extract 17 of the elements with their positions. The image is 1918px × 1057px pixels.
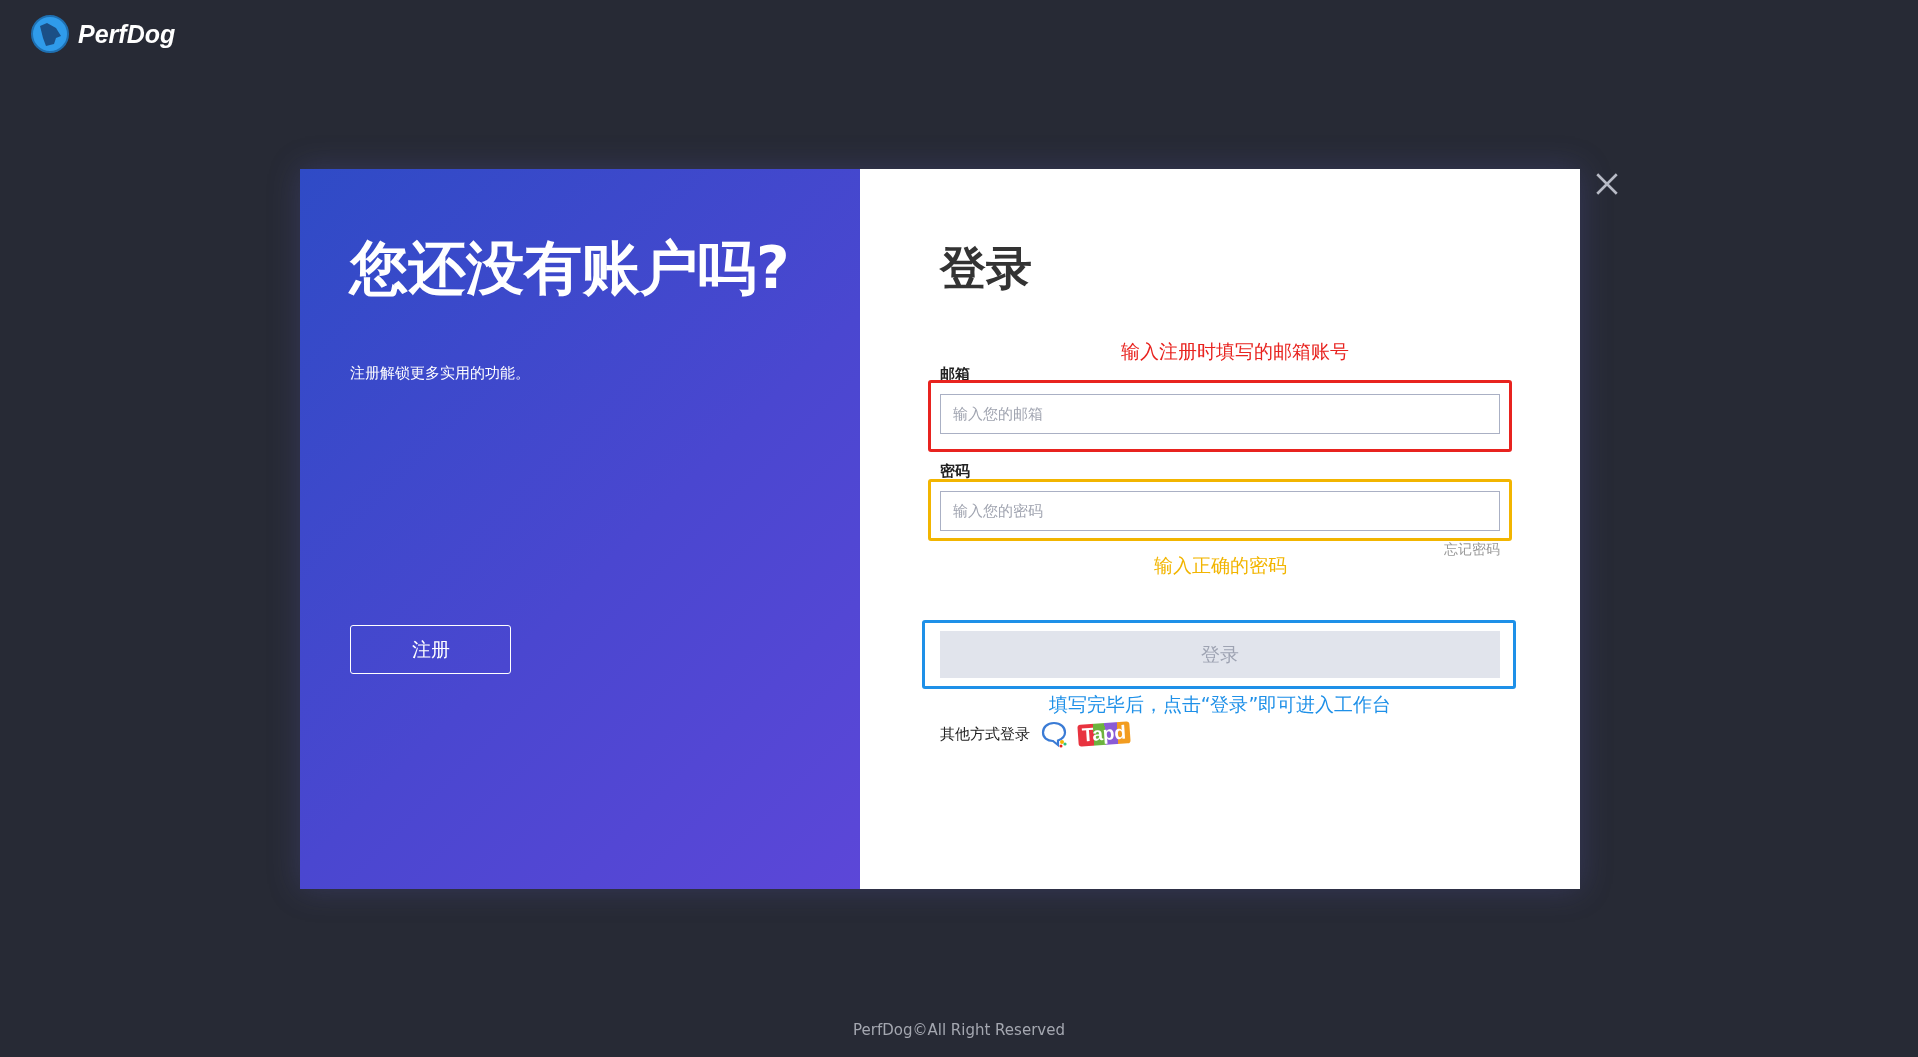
other-login-label: 其他方式登录 xyxy=(940,724,1030,744)
annotation-text: 填写完毕后，点击“登录”即可进入工作台 xyxy=(1047,692,1393,718)
annotation-text: 输入正确的密码 xyxy=(1152,553,1288,579)
tapd-logo[interactable]: Tapd xyxy=(1077,721,1131,747)
promo-title: 您还没有账户吗? xyxy=(350,233,790,304)
dog-logo-icon xyxy=(30,14,70,54)
forgot-password-link[interactable]: 忘记密码 xyxy=(1444,541,1500,560)
annotation-text: 输入注册时填写的邮箱账号 xyxy=(1120,339,1350,365)
field-label: 密码 xyxy=(940,462,971,482)
logo-text: PerfDog xyxy=(78,19,176,49)
login-title: 登录 xyxy=(940,240,1033,297)
copyright-text: PerfDog©All Right Reserved xyxy=(853,1021,1065,1039)
chat-bubble-icon[interactable] xyxy=(1040,720,1068,749)
input-field[interactable]: 输入您的密码 xyxy=(940,491,1500,532)
promo-subtitle: 注册解锁更多实用的功能。 xyxy=(350,364,530,384)
input-field[interactable]: 输入您的邮箱 xyxy=(940,394,1500,435)
register-button[interactable]: 注册 xyxy=(350,625,511,675)
